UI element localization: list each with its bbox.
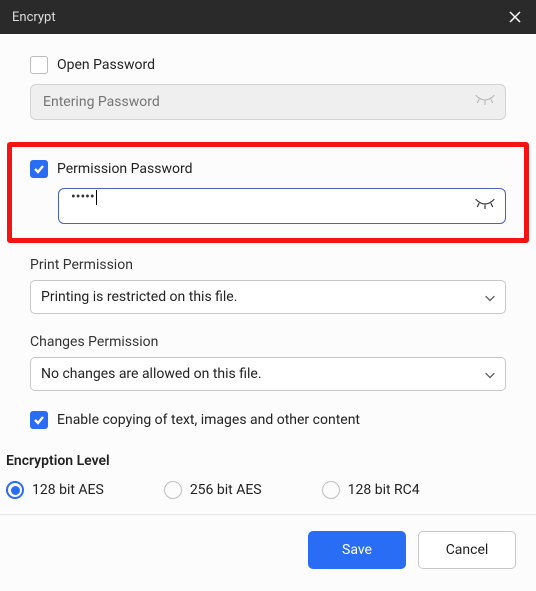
changes-permission-label: Changes Permission [30,334,506,350]
permission-password-field-wrap: ••••• [58,188,506,224]
enable-copy-label: Enable copying of text, images and other… [57,412,360,428]
print-permission-select[interactable]: Printing is restricted on this file. [30,280,506,314]
open-password-input[interactable] [30,84,506,120]
radio-circle-icon [322,481,340,499]
radio-circle-icon [164,481,182,499]
permission-password-highlight: Permission Password ••••• [7,142,529,243]
dialog-title: Encrypt [12,10,56,25]
changes-permission-select[interactable]: No changes are allowed on this file. [30,357,506,391]
dialog-footer: Save Cancel [0,514,536,591]
enable-copy-row: Enable copying of text, images and other… [30,411,506,429]
save-button[interactable]: Save [308,531,406,569]
enable-copy-checkbox[interactable] [30,411,48,429]
encryption-level-title: Encryption Level [6,453,506,469]
open-password-row: Open Password [30,56,506,74]
titlebar: Encrypt [0,0,536,34]
radio-label: 128 bit RC4 [348,482,420,498]
open-password-label: Open Password [57,57,155,73]
print-permission-value: Printing is restricted on this file. [41,289,237,305]
print-permission-label: Print Permission [30,257,506,273]
text-cursor [96,190,97,205]
encryption-level-group: 128 bit AES 256 bit AES 128 bit RC4 [6,481,506,499]
close-icon[interactable] [506,8,524,26]
permission-password-label: Permission Password [57,161,192,177]
cancel-button[interactable]: Cancel [418,531,516,569]
radio-label: 256 bit AES [190,482,262,498]
radio-label: 128 bit AES [32,482,104,498]
permission-password-input[interactable]: ••••• [58,188,506,224]
radio-128-aes[interactable]: 128 bit AES [6,481,104,499]
changes-permission-value: No changes are allowed on this file. [41,366,262,382]
password-masked-value: ••••• [71,189,95,205]
open-password-checkbox[interactable] [30,56,48,74]
dialog-body: Open Password Permission Password ••••• … [0,34,536,514]
radio-circle-icon [6,481,24,499]
radio-128-rc4[interactable]: 128 bit RC4 [322,481,420,499]
open-password-field-wrap [30,84,506,120]
radio-256-aes[interactable]: 256 bit AES [164,481,262,499]
permission-password-checkbox[interactable] [30,160,48,178]
eye-closed-icon[interactable] [474,93,496,112]
eye-closed-icon[interactable] [474,197,496,216]
permission-password-row: Permission Password [30,160,506,178]
